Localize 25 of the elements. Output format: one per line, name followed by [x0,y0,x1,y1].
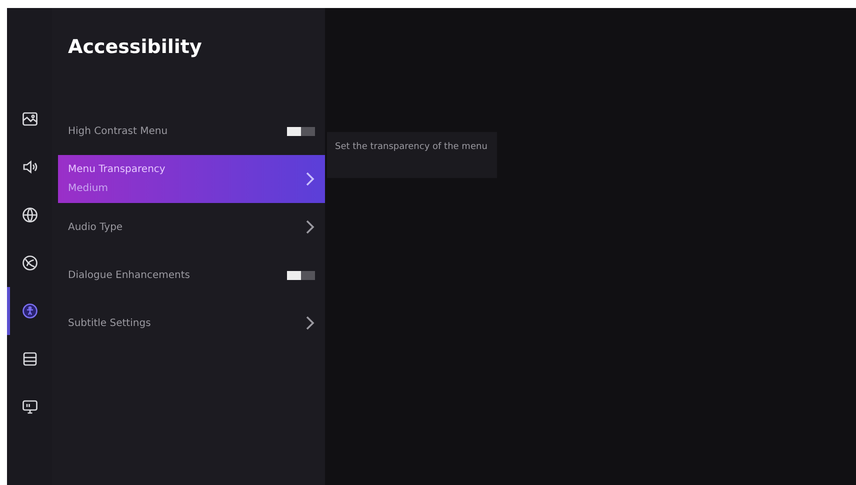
list-icon [20,350,38,368]
globe-icon [20,206,38,224]
speaker-icon [20,158,38,176]
item-label: Menu Transparency [68,163,166,177]
menu-item[interactable]: Menu Transparency Medium [58,155,325,203]
item-label: Audio Type [68,220,123,234]
chevron-icon [305,315,315,331]
picture-icon [20,110,38,128]
item-value: Medium [68,182,109,196]
menu-item[interactable]: High Contrast Menu [58,107,325,155]
item-label: High Contrast Menu [68,124,168,138]
menu-item[interactable]: Subtitle Settings [58,299,325,347]
menu-item[interactable]: Dialogue Enhancements [58,251,325,299]
monitor-icon [20,398,38,416]
menu-item[interactable]: Audio Type [58,203,325,251]
toggle-switch[interactable] [287,126,315,136]
description-text: Set the transparency of the menu [327,132,497,178]
item-label: Subtitle Settings [68,316,151,330]
accessibility-icon [20,302,38,320]
ring-icon [20,254,38,272]
toggle-switch[interactable] [287,270,315,280]
item-label: Dialogue Enhancements [68,268,190,282]
menu-title: Accessibility [68,36,203,60]
chevron-icon [305,219,315,235]
chevron-icon [305,171,315,187]
